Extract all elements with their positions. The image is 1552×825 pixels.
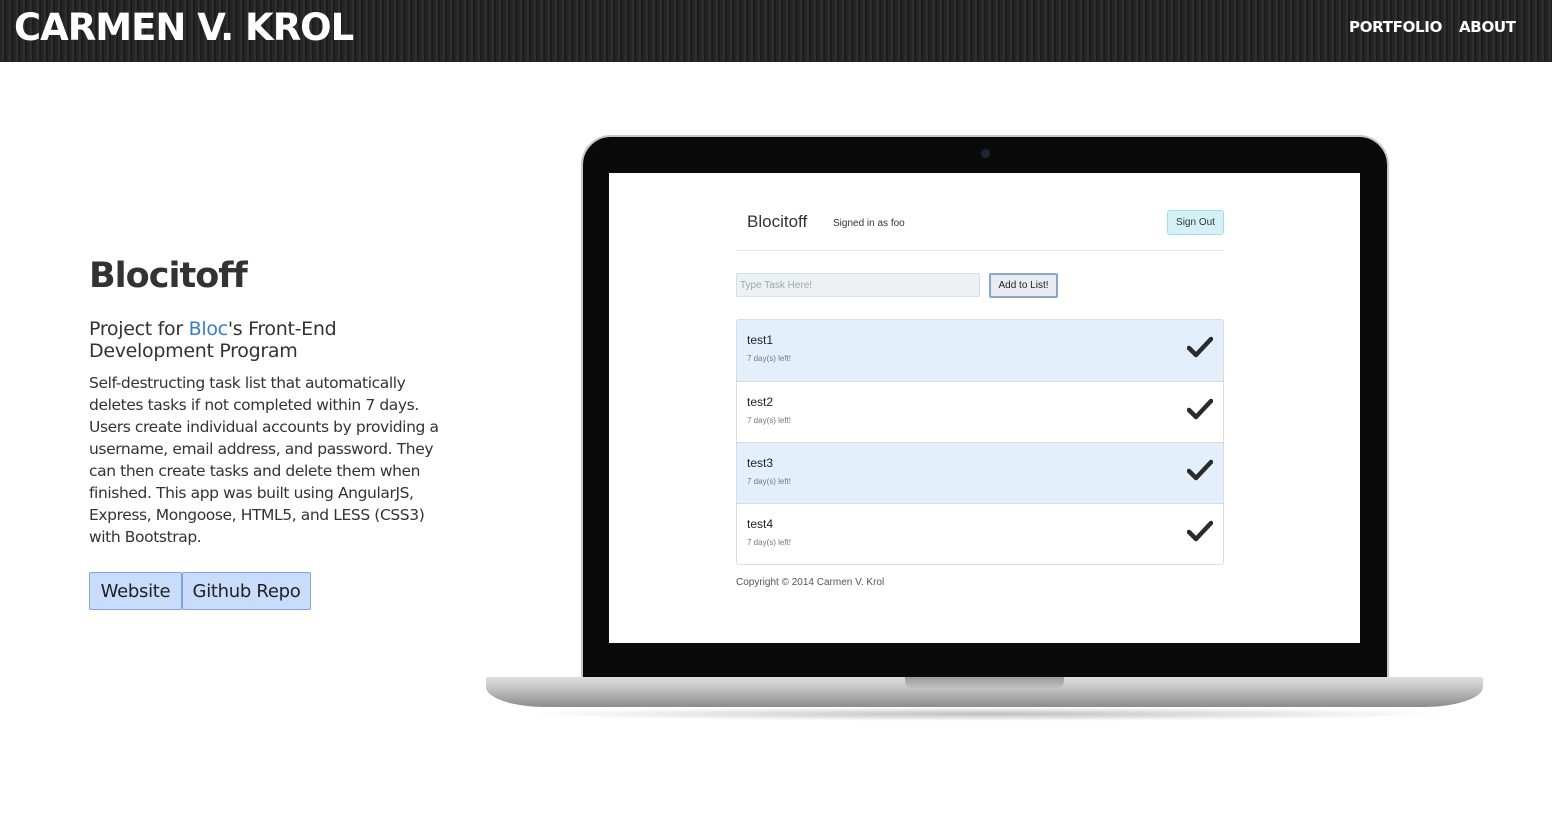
task-name: test1: [747, 333, 774, 347]
site-brand[interactable]: CARMEN V. KROL: [14, 7, 354, 49]
task-row: test1 7 day(s) left!: [737, 320, 1223, 381]
add-to-list-button: Add to List!: [989, 273, 1058, 298]
app-divider: [736, 250, 1224, 251]
subtitle-prefix: Project for: [89, 318, 189, 340]
task-row: test2 7 day(s) left!: [737, 381, 1223, 442]
nav-about-link[interactable]: ABOUT: [1459, 18, 1516, 36]
task-name: test2: [747, 395, 774, 409]
github-repo-button[interactable]: Github Repo: [182, 572, 311, 610]
app-brand: Blocitoff: [747, 212, 808, 231]
top-navbar: CARMEN V. KROL PORTFOLIO ABOUT: [0, 0, 1552, 62]
checkmark-icon: [1187, 336, 1213, 358]
task-days-left: 7 day(s) left!: [747, 477, 792, 486]
app-screenshot: Blocitoff Signed in as foo Sign Out Add …: [609, 173, 1360, 643]
nav-portfolio-link[interactable]: PORTFOLIO: [1349, 18, 1442, 36]
task-name: test3: [747, 456, 774, 470]
signed-in-status: Signed in as foo: [833, 218, 905, 229]
task-row: test4 7 day(s) left!: [737, 503, 1223, 564]
task-row: test3 7 day(s) left!: [737, 442, 1223, 503]
website-button[interactable]: Website: [89, 572, 182, 610]
laptop-camera: [981, 149, 990, 158]
task-name: test4: [747, 517, 774, 531]
checkmark-icon: [1187, 459, 1213, 481]
laptop-notch: [905, 677, 1064, 690]
checkmark-icon: [1187, 398, 1213, 420]
project-subtitle: Project for Bloc's Front-End Development…: [89, 318, 429, 362]
checkmark-icon: [1187, 520, 1213, 542]
task-days-left: 7 day(s) left!: [747, 538, 792, 547]
project-title: Blocitoff: [89, 256, 248, 296]
task-days-left: 7 day(s) left!: [747, 354, 792, 363]
project-description: Self-destructing task list that automati…: [89, 374, 439, 546]
sign-out-button: Sign Out: [1167, 210, 1224, 235]
laptop-shadow: [520, 707, 1450, 721]
app-copyright: Copyright © 2014 Carmen V. Krol: [736, 577, 885, 588]
task-input: [736, 273, 980, 297]
task-list: test1 7 day(s) left! test2 7 day(s) left…: [736, 319, 1224, 565]
task-days-left: 7 day(s) left!: [747, 416, 792, 425]
bloc-link[interactable]: Bloc: [189, 318, 228, 340]
